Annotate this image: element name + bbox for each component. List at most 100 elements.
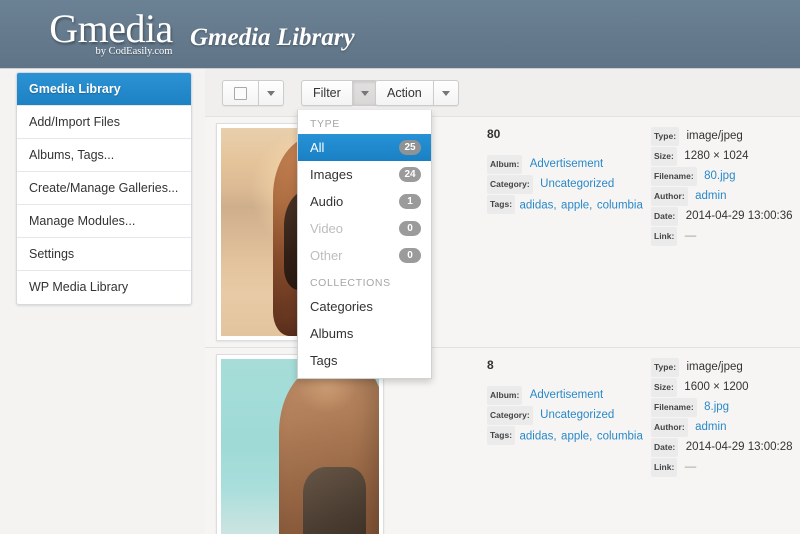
tag-link[interactable]: columbia: [597, 200, 643, 212]
sidebar-item-settings[interactable]: Settings: [17, 238, 191, 271]
filename-row: Filename: 8.jpg: [651, 398, 797, 417]
type-label: Type:: [651, 358, 680, 377]
link-label: Link:: [651, 458, 678, 477]
tag-link[interactable]: apple,: [561, 200, 592, 212]
sidebar-item-create-manage-galleries[interactable]: Create/Manage Galleries...: [17, 172, 191, 205]
app-logo[interactable]: Gmedia by CodEasily.com: [26, 6, 196, 58]
type-row: Type: image/jpeg: [651, 358, 797, 377]
tags-label: Tags:: [487, 426, 516, 445]
link-row: Link: —: [651, 227, 797, 246]
select-all-checkbox-button[interactable]: [222, 80, 258, 106]
author-value[interactable]: admin: [695, 190, 726, 202]
tag-link[interactable]: apple,: [561, 431, 592, 443]
media-item-row[interactable]: 80 Album: Advertisement Category: Uncate…: [205, 117, 800, 348]
media-item-list: 8 0 Album: Advertisement Category: Uncate…: [205, 117, 800, 534]
category-row: Category: Uncategorized: [487, 175, 647, 194]
caret-down-icon: [441, 90, 450, 96]
author-row: Author: admin: [651, 418, 797, 437]
filter-button[interactable]: Filter: [301, 80, 352, 106]
pool-portrait-photo: [221, 359, 379, 534]
filter-option-other[interactable]: Other 0: [298, 242, 431, 269]
filter-option-count: 0: [399, 248, 421, 263]
filter-option-images[interactable]: Images 24: [298, 161, 431, 188]
filter-option-label: Images: [310, 167, 353, 182]
author-value[interactable]: admin: [695, 421, 726, 433]
sidebar-item-wp-media-library[interactable]: WP Media Library: [17, 271, 191, 304]
album-value[interactable]: Advertisement: [530, 389, 604, 401]
author-label: Author:: [651, 187, 688, 206]
sidebar-item-albums-tags[interactable]: Albums, Tags...: [17, 139, 191, 172]
filter-option-label: All: [310, 140, 325, 155]
media-item-row[interactable]: 8 Album: Advertisement Category: Uncateg…: [205, 348, 800, 534]
size-value: 1600 × 1200: [684, 381, 749, 393]
album-row: Album: Advertisement: [487, 386, 647, 405]
category-value[interactable]: Uncategorized: [540, 178, 614, 190]
size-row: Size: 1600 × 1200: [651, 378, 797, 397]
action-button-group: Action: [375, 80, 459, 106]
filename-value[interactable]: 8.jpg: [704, 401, 729, 413]
album-label: Album:: [487, 155, 523, 174]
dropdown-section-collections-heading: COLLECTIONS: [310, 277, 391, 289]
author-row: Author: admin: [651, 187, 797, 206]
sidebar-item-gmedia-library[interactable]: Gmedia Library: [17, 73, 191, 106]
category-value[interactable]: Uncategorized: [540, 409, 614, 421]
filter-option-count: 25: [399, 140, 421, 155]
date-label: Date:: [651, 207, 679, 226]
filter-option-count: 0: [399, 221, 421, 236]
date-row: Date: 2014-04-29 13:00:36: [651, 207, 797, 226]
action-button[interactable]: Action: [375, 80, 433, 106]
tags-row: Tags: adidas, apple, columbia: [487, 426, 647, 446]
filter-option-all[interactable]: All 25: [298, 134, 431, 161]
date-row: Date: 2014-04-29 13:00:28: [651, 438, 797, 457]
size-label: Size:: [651, 378, 677, 397]
link-value: —: [684, 230, 697, 242]
filter-option-video[interactable]: Video 0: [298, 215, 431, 242]
page-title: Gmedia Library: [190, 24, 355, 51]
media-meta-primary: 80 Album: Advertisement Category: Uncate…: [487, 127, 647, 216]
type-row: Type: image/jpeg: [651, 127, 797, 146]
album-row: Album: Advertisement: [487, 155, 647, 174]
type-label: Type:: [651, 127, 680, 146]
filter-option-label: Audio: [310, 194, 344, 209]
filename-label: Filename:: [651, 398, 697, 417]
filter-option-count: 1: [399, 194, 421, 209]
author-label: Author:: [651, 418, 688, 437]
caret-down-icon: [267, 90, 275, 96]
filter-option-albums[interactable]: Albums: [298, 320, 431, 347]
media-meta-secondary: Type: image/jpeg Size: 1600 × 1200 Filen…: [651, 358, 797, 478]
filter-option-categories[interactable]: Categories: [298, 293, 431, 320]
media-item-title: 8: [487, 358, 494, 372]
size-row: Size: 1280 × 1024: [651, 147, 797, 166]
filter-option-label: Video: [310, 221, 344, 236]
size-label: Size:: [651, 147, 677, 166]
date-label: Date:: [651, 438, 679, 457]
filter-option-label: Other: [310, 248, 343, 263]
checkbox-square-icon: [234, 86, 247, 100]
size-value: 1280 × 1024: [684, 150, 749, 162]
tag-link[interactable]: adidas,: [520, 200, 557, 212]
link-label: Link:: [651, 227, 678, 246]
sidebar-item-add-import-files[interactable]: Add/Import Files: [17, 106, 191, 139]
media-meta-primary: 8 Album: Advertisement Category: Uncateg…: [487, 358, 647, 447]
action-dropdown-toggle[interactable]: [432, 80, 459, 106]
media-thumbnail-frame[interactable]: [216, 354, 384, 534]
album-label: Album:: [487, 386, 523, 405]
filter-option-audio[interactable]: Audio 1: [298, 188, 431, 215]
app-header: Gmedia by CodEasily.com Gmedia Library: [0, 0, 800, 69]
type-value: image/jpeg: [686, 130, 743, 142]
tag-link[interactable]: columbia: [597, 431, 643, 443]
tag-link[interactable]: adidas,: [520, 431, 557, 443]
type-value: image/jpeg: [686, 361, 743, 373]
sidebar-item-manage-modules[interactable]: Manage Modules...: [17, 205, 191, 238]
filename-value[interactable]: 80.jpg: [704, 170, 735, 182]
filter-dropdown-menu: TYPE All 25 Images 24 Audio 1 Video 0 Ot…: [297, 110, 432, 379]
category-label: Category:: [487, 406, 533, 425]
gmedia-library-page: Gmedia by CodEasily.com Gmedia Library G…: [0, 0, 800, 534]
filter-dropdown-toggle[interactable]: [351, 80, 378, 106]
date-value: 2014-04-29 13:00:28: [685, 441, 793, 453]
album-value[interactable]: Advertisement: [530, 158, 604, 170]
filter-option-tags[interactable]: Tags: [298, 347, 431, 374]
category-label: Category:: [487, 175, 533, 194]
select-all-dropdown-toggle[interactable]: [258, 80, 284, 106]
logo-wordmark: Gmedia: [49, 6, 173, 51]
